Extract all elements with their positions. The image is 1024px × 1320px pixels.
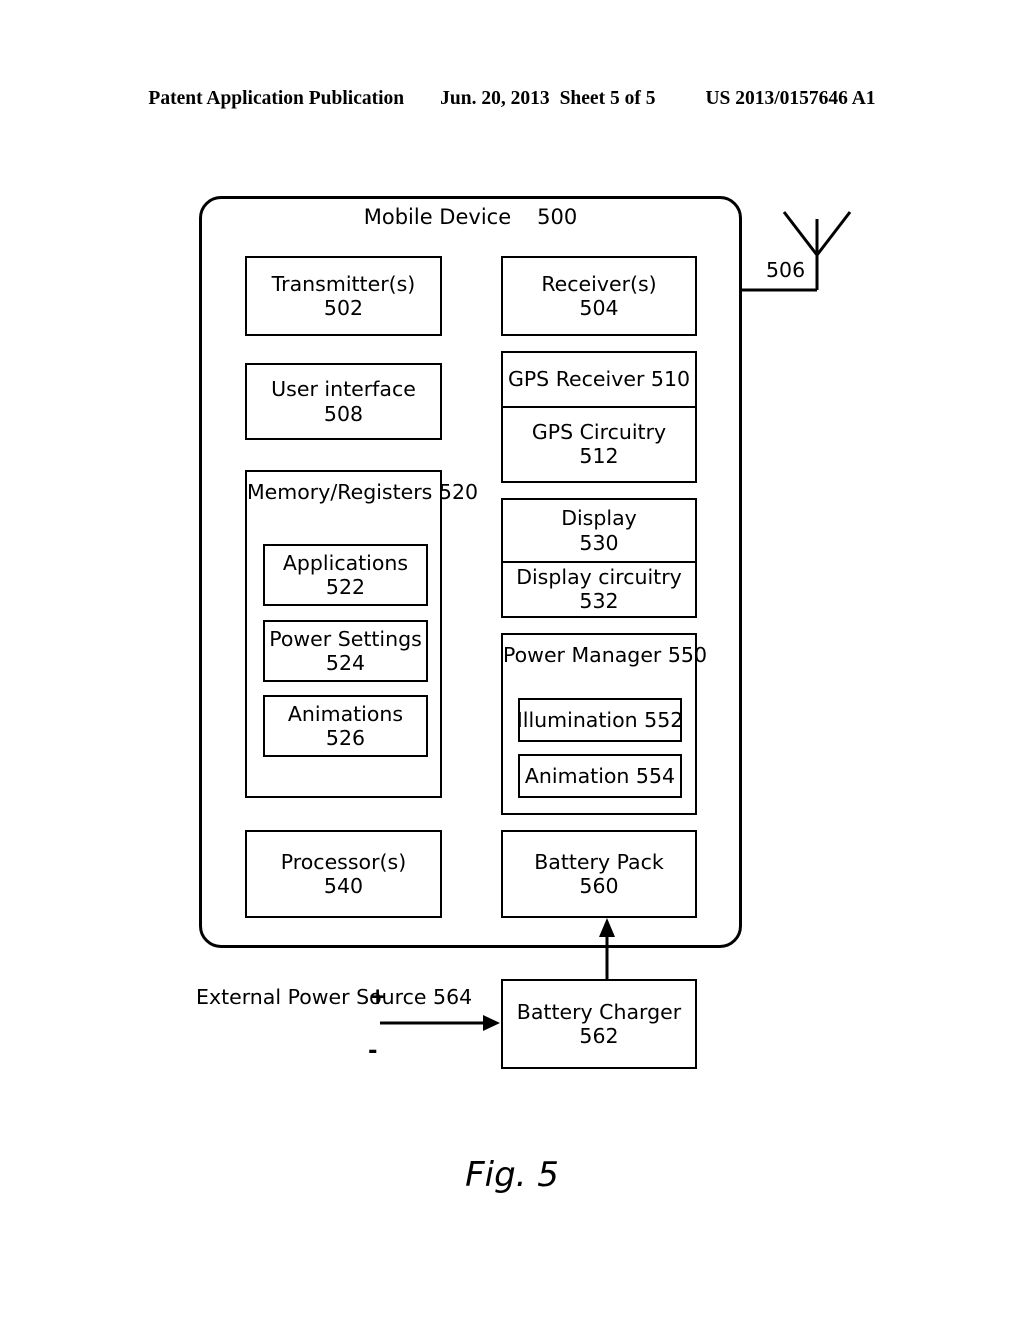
user-interface-ref-number: 508 xyxy=(323,401,364,426)
gps-circuitry-block: GPS Circuitry 512 xyxy=(503,406,695,480)
receiver-ref-number: 504 xyxy=(579,296,619,320)
animation-label: Animation 554 xyxy=(524,763,676,788)
display-ref-number: 530 xyxy=(579,530,619,555)
antenna-ref-number: 506 xyxy=(766,258,806,282)
illumination-block: Illumination 552 xyxy=(516,698,684,742)
memory-registers-ref-number: 520 xyxy=(438,480,479,504)
battery-charger-label: Battery Charger xyxy=(516,999,682,1024)
processor-ref-number: 540 xyxy=(323,874,364,898)
power-manager-group: Power Manager 550 Illumination 552 Anima… xyxy=(501,633,707,815)
transmitter-ref-number: 502 xyxy=(323,296,364,320)
mobile-device-title: Mobile Device 500 xyxy=(199,205,742,229)
display-block: Display 530 xyxy=(503,500,695,561)
header-patent-number-text: US 2013/0157646 A1 xyxy=(705,88,876,109)
user-interface-block: User interface 508 xyxy=(245,363,442,440)
negative-terminal-symbol: - xyxy=(368,1038,378,1064)
animations-block: Animations 526 xyxy=(263,695,428,757)
memory-registers-title: Memory/Registers 520 xyxy=(247,480,478,504)
display-circuitry-ref-number: 532 xyxy=(579,589,619,613)
memory-registers-label: Memory/Registers xyxy=(247,480,433,504)
user-interface-label: User interface xyxy=(271,377,416,402)
gps-circuitry-ref-number: 512 xyxy=(579,444,619,468)
patent-header: Patent Application Publication Jun. 20, … xyxy=(0,88,1024,114)
processor-block: Processor(s) 540 xyxy=(245,830,442,918)
power-settings-ref-number: 524 xyxy=(325,651,366,675)
battery-pack-block: Battery Pack 560 xyxy=(501,830,697,918)
applications-ref-number: 522 xyxy=(325,575,366,599)
gps-receiver-block: GPS Receiver 510 xyxy=(503,353,695,406)
display-circuitry-label: Display circuitry xyxy=(516,564,682,589)
receiver-block: Receiver(s) 504 xyxy=(501,256,697,336)
header-publication-text: Patent Application Publication xyxy=(148,88,405,109)
power-settings-block: Power Settings 524 xyxy=(263,620,428,682)
battery-pack-ref-number: 560 xyxy=(579,874,619,898)
transmitter-block: Transmitter(s) 502 xyxy=(245,256,442,336)
display-group: Display 530 Display circuitry 532 xyxy=(501,498,697,618)
transmitter-label: Transmitter(s) xyxy=(271,271,416,296)
power-manager-label: Power Manager xyxy=(503,643,662,667)
memory-registers-group: Memory/Registers 520 Applications 522 Po… xyxy=(245,470,478,798)
mobile-device-ref-number: 500 xyxy=(537,205,578,229)
display-label: Display xyxy=(561,506,637,531)
power-manager-title: Power Manager 550 xyxy=(503,643,707,667)
gps-circuitry-label: GPS Circuitry xyxy=(531,419,667,444)
header-sheet-text: Sheet 5 of 5 xyxy=(559,88,656,109)
power-manager-ref-number: 550 xyxy=(667,643,708,667)
external-power-line1: External xyxy=(196,985,282,1009)
illumination-label: Illumination 552 xyxy=(516,707,684,732)
external-power-arrowhead xyxy=(483,1015,500,1031)
receiver-label: Receiver(s) xyxy=(541,271,657,296)
animations-label: Animations xyxy=(287,701,404,726)
animation-block: Animation 554 xyxy=(518,754,682,798)
battery-pack-label: Battery Pack xyxy=(534,849,664,874)
gps-receiver-label: GPS Receiver 510 xyxy=(507,367,691,392)
external-power-line2: Power Source xyxy=(287,985,427,1009)
animations-ref-number: 526 xyxy=(325,726,366,750)
applications-block: Applications 522 xyxy=(263,544,428,606)
applications-label: Applications xyxy=(282,550,409,575)
battery-charger-block: Battery Charger 562 xyxy=(501,979,697,1069)
external-power-ref-number: 564 xyxy=(433,985,473,1009)
positive-terminal-symbol: + xyxy=(368,984,388,1010)
header-date-text: Jun. 20, 2013 xyxy=(440,88,550,109)
gps-group: GPS Receiver 510 GPS Circuitry 512 xyxy=(501,351,697,483)
display-circuitry-block: Display circuitry 532 xyxy=(503,561,695,615)
external-power-source-label-group: External Power Source 564 xyxy=(196,985,472,1010)
processor-label: Processor(s) xyxy=(280,849,407,874)
mobile-device-title-label: Mobile Device xyxy=(363,205,512,229)
patent-figure-page: Patent Application Publication Jun. 20, … xyxy=(0,0,1024,1320)
battery-charger-ref-number: 562 xyxy=(579,1024,619,1048)
figure-caption: Fig. 5 xyxy=(465,1155,559,1195)
power-settings-label: Power Settings xyxy=(269,626,422,651)
